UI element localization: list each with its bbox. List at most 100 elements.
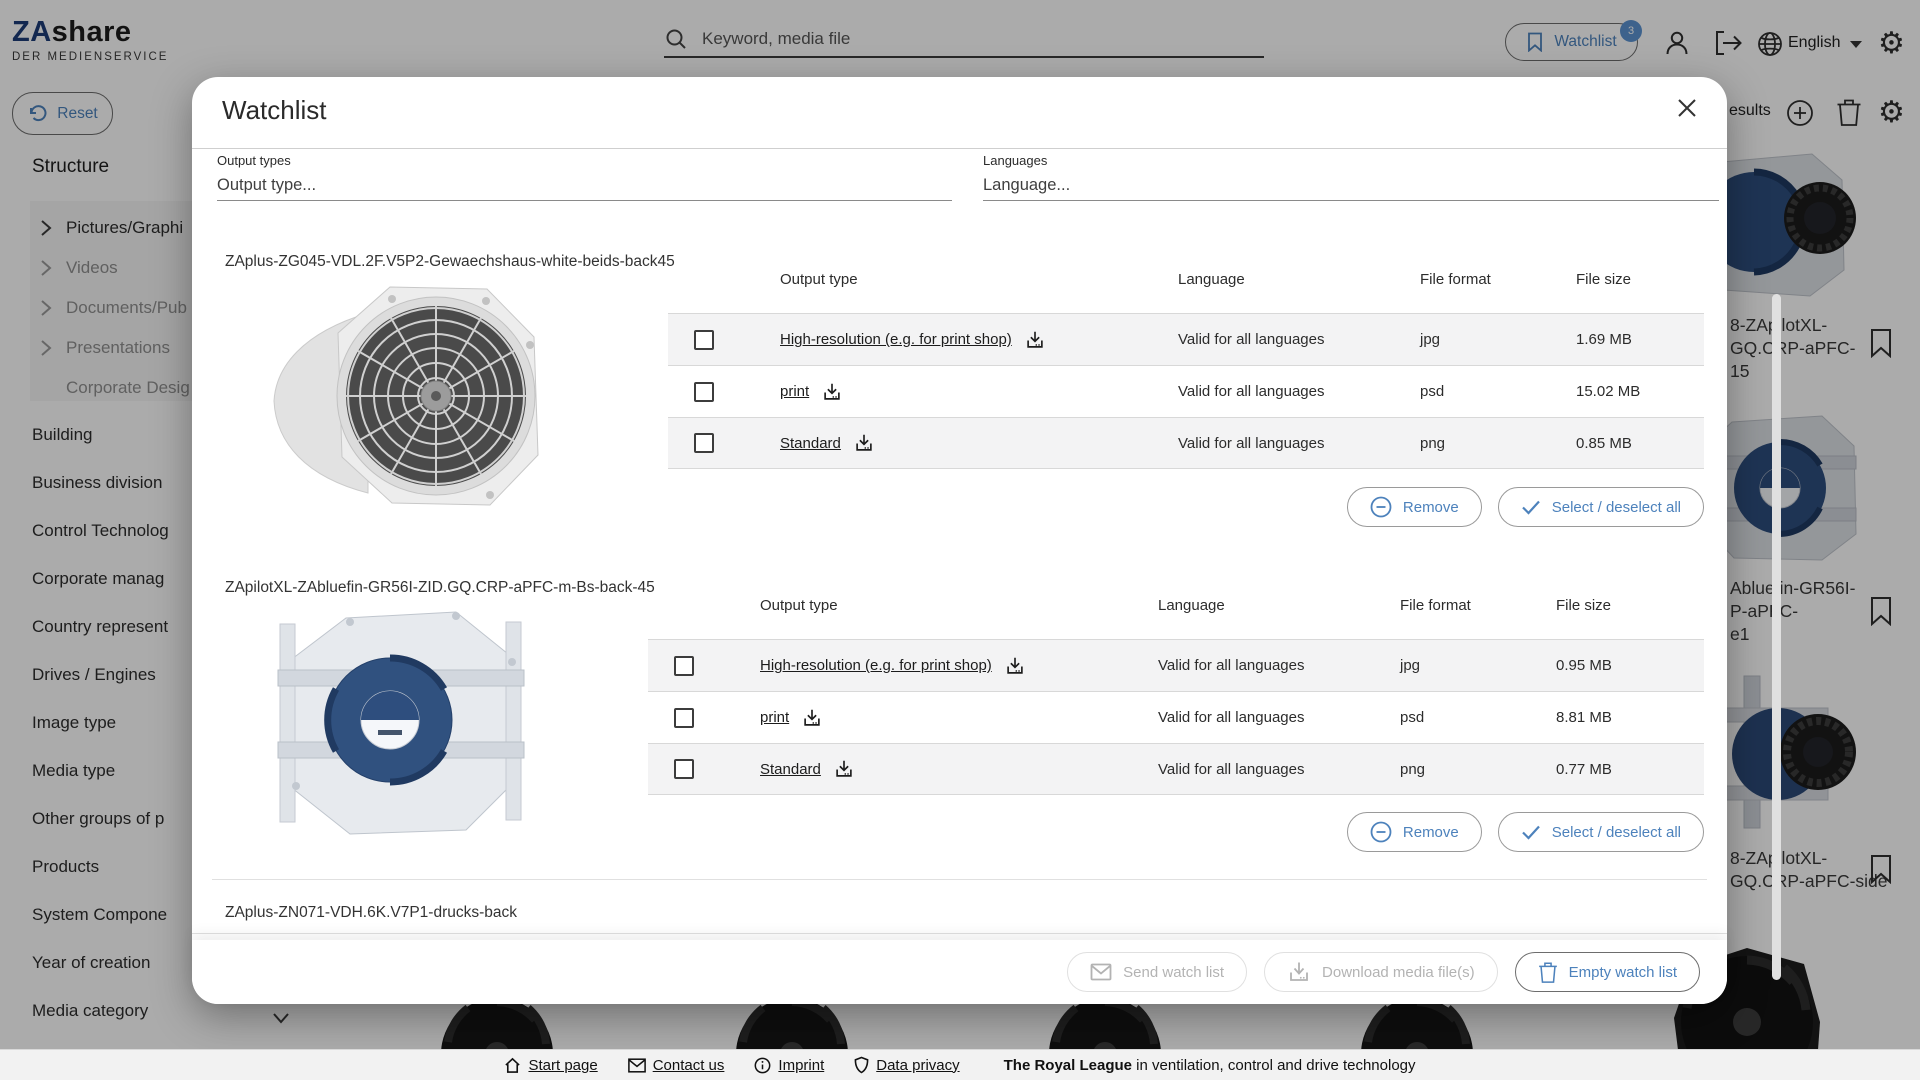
remove-button[interactable]: Remove [1347, 812, 1482, 852]
product-actions: Remove Select / deselect all [1347, 812, 1704, 852]
download-icon[interactable] [853, 432, 875, 454]
send-watchlist-button[interactable]: Send watch list [1067, 952, 1247, 992]
table-header: Output type Language File format File si… [668, 267, 1704, 313]
home-icon [504, 1057, 521, 1074]
modal-close-button[interactable] [1670, 91, 1704, 125]
empty-watchlist-button[interactable]: Empty watch list [1515, 952, 1700, 992]
envelope-icon [1090, 963, 1112, 981]
table-row: print Valid for all languages psd 8.81 M… [648, 691, 1704, 743]
footer-tagline: The Royal League in ventilation, control… [1004, 1057, 1416, 1074]
section-divider [212, 879, 1707, 880]
row-language: Valid for all languages [1178, 331, 1420, 348]
application-window: ZAshare DER MEDIENSERVICE Watchlist 3 En… [0, 0, 1920, 1080]
download-icon[interactable] [821, 381, 843, 403]
download-media-files-button[interactable]: Download media file(s) [1264, 952, 1498, 992]
col-file-format: File format [1420, 271, 1576, 288]
languages-select[interactable] [983, 171, 1719, 201]
row-language: Valid for all languages [1158, 657, 1400, 674]
check-icon [1521, 824, 1541, 840]
languages-label: Languages [983, 153, 1047, 168]
row-file-size: 0.85 MB [1576, 435, 1704, 452]
row-checkbox[interactable] [674, 759, 694, 779]
modal-title: Watchlist [222, 95, 327, 126]
page-scrollbar[interactable] [1772, 294, 1781, 980]
modal-footer: Send watch list Download media file(s) E… [192, 940, 1727, 1004]
watchlist-modal: Watchlist Output types Languages ZAplus-… [192, 77, 1727, 1004]
footer-tagline-rest: in ventilation, control and drive techno… [1132, 1057, 1416, 1074]
row-file-format: jpg [1420, 331, 1576, 348]
modal-header-divider [192, 148, 1727, 149]
download-icon[interactable] [833, 758, 855, 780]
check-icon [1521, 499, 1541, 515]
footer-tagline-bold: The Royal League [1004, 1057, 1132, 1074]
row-checkbox[interactable] [694, 382, 714, 402]
product-actions: Remove Select / deselect all [1347, 487, 1704, 527]
col-output-type: Output type [760, 597, 1158, 614]
minus-circle-icon [1370, 821, 1392, 843]
row-file-size: 0.95 MB [1556, 657, 1704, 674]
product-files-table: Output type Language File format File si… [648, 593, 1704, 795]
row-checkbox[interactable] [674, 656, 694, 676]
shield-icon [854, 1056, 869, 1074]
table-row: Standard Valid for all languages png 0.7… [648, 743, 1704, 795]
row-file-format: png [1420, 435, 1576, 452]
page-footer: Start page Contact us Imprint Data priva… [0, 1049, 1920, 1080]
product-image-axial-fan [240, 275, 560, 520]
output-type-link[interactable]: High-resolution (e.g. for print shop) [780, 331, 1012, 348]
table-row: Standard Valid for all languages png 0.8… [668, 417, 1704, 469]
output-type-link[interactable]: High-resolution (e.g. for print shop) [760, 657, 992, 674]
col-file-size: File size [1576, 271, 1704, 288]
download-icon[interactable] [1024, 329, 1046, 351]
row-language: Valid for all languages [1178, 383, 1420, 400]
row-checkbox[interactable] [694, 330, 714, 350]
product-files-table: Output type Language File format File si… [668, 267, 1704, 469]
close-icon [1676, 97, 1698, 119]
remove-button[interactable]: Remove [1347, 487, 1482, 527]
select-deselect-all-button[interactable]: Select / deselect all [1498, 812, 1704, 852]
table-header: Output type Language File format File si… [648, 593, 1704, 639]
row-checkbox[interactable] [694, 433, 714, 453]
row-file-format: psd [1420, 383, 1576, 400]
footer-link-imprint[interactable]: Imprint [754, 1057, 824, 1074]
row-file-size: 1.69 MB [1576, 331, 1704, 348]
download-icon [1287, 960, 1311, 984]
download-icon[interactable] [801, 707, 823, 729]
col-language: Language [1158, 597, 1400, 614]
output-type-link[interactable]: print [760, 709, 789, 726]
section-divider [192, 933, 1727, 934]
col-output-type: Output type [780, 271, 1178, 288]
row-file-format: jpg [1400, 657, 1556, 674]
footer-link-start-page[interactable]: Start page [504, 1057, 597, 1074]
info-icon [754, 1057, 771, 1074]
row-language: Valid for all languages [1158, 709, 1400, 726]
download-icon[interactable] [1004, 655, 1026, 677]
product-name: ZAplus-ZN071-VDH.6K.V7P1-drucks-back [225, 904, 517, 922]
row-language: Valid for all languages [1178, 435, 1420, 452]
row-file-format: psd [1400, 709, 1556, 726]
output-type-link[interactable]: print [780, 383, 809, 400]
minus-circle-icon [1370, 496, 1392, 518]
product-image-centrifugal-fan [250, 602, 550, 842]
output-types-select[interactable] [217, 171, 952, 201]
product-name: ZApilotXL-ZAbluefin-GR56I-ZID.GQ.CRP-aPF… [225, 579, 655, 597]
footer-link-data-privacy[interactable]: Data privacy [854, 1056, 959, 1074]
table-row: High-resolution (e.g. for print shop) Va… [648, 639, 1704, 691]
row-file-size: 8.81 MB [1556, 709, 1704, 726]
trash-icon [1538, 961, 1558, 984]
row-file-size: 0.77 MB [1556, 761, 1704, 778]
table-row: High-resolution (e.g. for print shop) Va… [668, 313, 1704, 365]
table-row: print Valid for all languages psd 15.02 … [668, 365, 1704, 417]
row-language: Valid for all languages [1158, 761, 1400, 778]
output-types-label: Output types [217, 153, 291, 168]
col-file-size: File size [1556, 597, 1704, 614]
row-checkbox[interactable] [674, 708, 694, 728]
row-file-size: 15.02 MB [1576, 383, 1704, 400]
output-type-link[interactable]: Standard [780, 435, 841, 452]
select-deselect-all-button[interactable]: Select / deselect all [1498, 487, 1704, 527]
product-name: ZAplus-ZG045-VDL.2F.V5P2-Gewaechshaus-wh… [225, 253, 675, 271]
output-type-link[interactable]: Standard [760, 761, 821, 778]
row-file-format: png [1400, 761, 1556, 778]
footer-link-contact-us[interactable]: Contact us [628, 1057, 725, 1074]
col-language: Language [1178, 271, 1420, 288]
col-file-format: File format [1400, 597, 1556, 614]
